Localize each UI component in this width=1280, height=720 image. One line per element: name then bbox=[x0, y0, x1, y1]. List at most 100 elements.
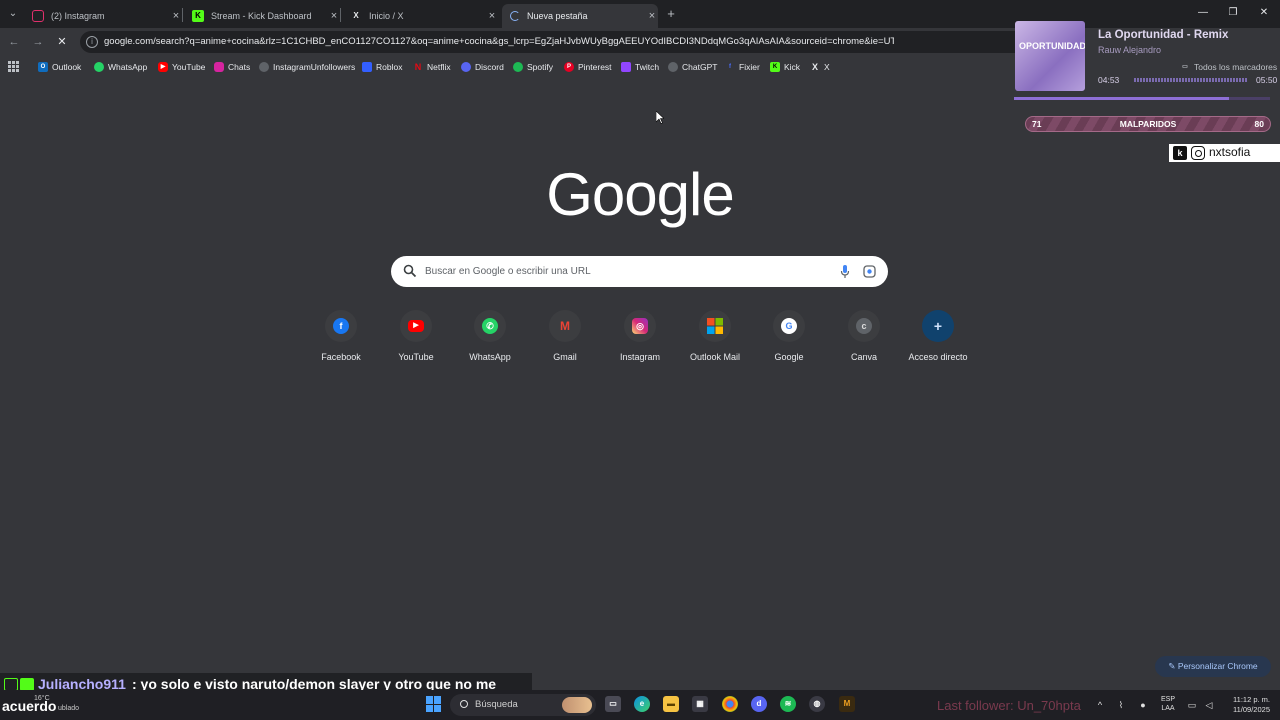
waveform-bar bbox=[1221, 77, 1223, 82]
waveform-bar bbox=[1149, 77, 1151, 82]
address-url[interactable]: google.com/search?q=anime+cocina&rlz=1C1… bbox=[104, 36, 894, 47]
tab-instagram[interactable]: (2) Instagram × bbox=[26, 4, 182, 28]
address-bar[interactable]: i google.com/search?q=anime+cocina&rlz=1… bbox=[80, 31, 1080, 53]
google-search-box[interactable] bbox=[391, 256, 888, 287]
google-logo: Google bbox=[546, 161, 734, 228]
shortcut-label: Gmail bbox=[553, 352, 577, 362]
bookmark-chatgpt[interactable]: ChatGPT bbox=[668, 60, 717, 74]
bookmark-x[interactable]: XX bbox=[810, 60, 830, 74]
close-icon[interactable]: × bbox=[486, 10, 498, 22]
shortcut-add[interactable]: + Acceso directo bbox=[898, 310, 978, 362]
shortcut-facebook[interactable]: f Facebook bbox=[301, 310, 381, 362]
search-highlight-image bbox=[562, 697, 592, 713]
bookmark-chats[interactable]: Chats bbox=[214, 60, 250, 74]
chevron-up-icon[interactable]: ^ bbox=[1094, 699, 1106, 711]
network-icon[interactable]: ⌇ bbox=[1115, 699, 1127, 711]
facebook-icon: f bbox=[333, 318, 349, 334]
tab-x-home[interactable]: X Inicio / X × bbox=[342, 4, 498, 28]
waveform-bar bbox=[1188, 77, 1190, 82]
microphone-icon[interactable] bbox=[840, 264, 850, 279]
shortcut-instagram[interactable]: ◎ Instagram bbox=[600, 310, 680, 362]
bookmark-twitch[interactable]: Twitch bbox=[621, 60, 659, 74]
bookmark-label: InstagramUnfollowers bbox=[273, 62, 356, 72]
waveform-bar bbox=[1233, 77, 1235, 82]
task-view-icon[interactable]: ▭ bbox=[605, 696, 621, 712]
chrome-icon[interactable] bbox=[722, 696, 738, 712]
waveform-bar bbox=[1185, 77, 1187, 82]
close-icon[interactable]: × bbox=[646, 10, 658, 22]
forward-arrow-icon[interactable]: → bbox=[30, 34, 46, 50]
discord-icon[interactable]: d bbox=[751, 696, 767, 712]
youtube-icon: ▶ bbox=[158, 62, 168, 72]
bookmark-roblox[interactable]: Roblox bbox=[362, 60, 402, 74]
new-tab-button[interactable]: + bbox=[664, 5, 678, 23]
edge-icon[interactable]: e bbox=[634, 696, 650, 712]
volume-icon[interactable]: ◁ bbox=[1203, 699, 1215, 711]
kick-icon: K bbox=[770, 62, 780, 72]
close-icon[interactable]: × bbox=[170, 10, 182, 22]
language-indicator[interactable]: ESP LAA bbox=[1158, 695, 1178, 713]
stop-loading-icon[interactable]: ✕ bbox=[54, 34, 70, 50]
bookmark-pinterest[interactable]: P Pinterest bbox=[564, 60, 612, 74]
display-icon[interactable]: ▭ bbox=[1186, 699, 1198, 711]
microphone-icon[interactable]: ● bbox=[1137, 699, 1149, 711]
bookmark-kick[interactable]: K Kick bbox=[770, 60, 800, 74]
bookmark-netflix[interactable]: N Netflix bbox=[413, 60, 451, 74]
bookmark-instagramunfollowers[interactable]: InstagramUnfollowers bbox=[259, 60, 355, 74]
loading-spinner-icon bbox=[510, 11, 520, 21]
shortcut-google[interactable]: G Google bbox=[749, 310, 829, 362]
customize-chrome-button[interactable]: ✎ Personalizar Chrome bbox=[1155, 656, 1271, 677]
shortcut-youtube[interactable]: ▶ YouTube bbox=[376, 310, 456, 362]
weather-temperature: 16°C bbox=[34, 695, 50, 702]
waveform-bar bbox=[1173, 77, 1175, 82]
site-info-icon[interactable]: i bbox=[86, 36, 98, 48]
back-arrow-icon[interactable]: ← bbox=[6, 34, 22, 50]
google-lens-icon[interactable] bbox=[863, 265, 876, 278]
bookmark-spotify[interactable]: Spotify bbox=[513, 60, 553, 74]
shortcut-tile: ✆ bbox=[474, 310, 506, 342]
tab-title: (2) Instagram bbox=[51, 11, 105, 21]
bookmark-outlook[interactable]: O Outlook bbox=[38, 60, 81, 74]
close-icon[interactable]: × bbox=[328, 10, 340, 22]
waveform-bar bbox=[1239, 77, 1241, 82]
song-title: La Oportunidad - Remix bbox=[1098, 29, 1229, 41]
microsoft-store-icon[interactable]: ▦ bbox=[692, 696, 708, 712]
bookmark-whatsapp[interactable]: WhatsApp bbox=[94, 60, 147, 74]
tab-separator bbox=[340, 8, 341, 22]
kick-icon: k bbox=[1173, 146, 1187, 160]
app-icon[interactable]: M bbox=[839, 696, 855, 712]
taskbar-search[interactable]: Búsqueda bbox=[450, 694, 596, 716]
obs-icon[interactable]: ◍ bbox=[809, 696, 825, 712]
taskbar-search-label: Búsqueda bbox=[475, 699, 518, 710]
tab-kick-dashboard[interactable]: K Stream - Kick Dashboard × bbox=[184, 4, 340, 28]
shortcut-tile: M bbox=[549, 310, 581, 342]
twitch-icon bbox=[621, 62, 631, 72]
windows-start-icon[interactable] bbox=[426, 696, 442, 712]
counter-label: MALPARIDOS bbox=[1119, 119, 1177, 129]
waveform-bar bbox=[1242, 77, 1244, 82]
netflix-icon: N bbox=[414, 62, 422, 72]
shortcut-gmail[interactable]: M Gmail bbox=[525, 310, 605, 362]
search-input[interactable] bbox=[425, 256, 825, 287]
bookmark-fixier[interactable]: f Fixier bbox=[725, 60, 760, 74]
shortcut-canva[interactable]: c Canva bbox=[824, 310, 904, 362]
file-explorer-icon[interactable]: ▬ bbox=[663, 696, 679, 712]
bookmark-youtube[interactable]: ▶ YouTube bbox=[158, 60, 205, 74]
tab-search-button[interactable]: ⌄ bbox=[4, 5, 22, 23]
shortcut-outlook-mail[interactable]: Outlook Mail bbox=[675, 310, 755, 362]
apps-grid-icon[interactable] bbox=[8, 61, 19, 72]
bookmark-label: ChatGPT bbox=[682, 62, 718, 72]
globe-icon bbox=[259, 62, 269, 72]
elapsed-time: 04:53 bbox=[1098, 75, 1120, 85]
bookmark-label: Chats bbox=[228, 62, 251, 72]
audio-waveform bbox=[1134, 74, 1249, 85]
bookmark-discord[interactable]: Discord bbox=[461, 60, 504, 74]
discord-icon bbox=[461, 62, 471, 72]
waveform-bar bbox=[1164, 77, 1166, 82]
spotify-icon[interactable]: ≋ bbox=[780, 696, 796, 712]
waveform-bar bbox=[1140, 77, 1142, 82]
x-icon: X bbox=[811, 62, 818, 72]
tab-new-tab[interactable]: Nueva pestaña × bbox=[502, 4, 658, 28]
system-clock[interactable]: 11:12 p. m. 11/09/2025 bbox=[1222, 695, 1270, 715]
shortcut-whatsapp[interactable]: ✆ WhatsApp bbox=[450, 310, 530, 362]
